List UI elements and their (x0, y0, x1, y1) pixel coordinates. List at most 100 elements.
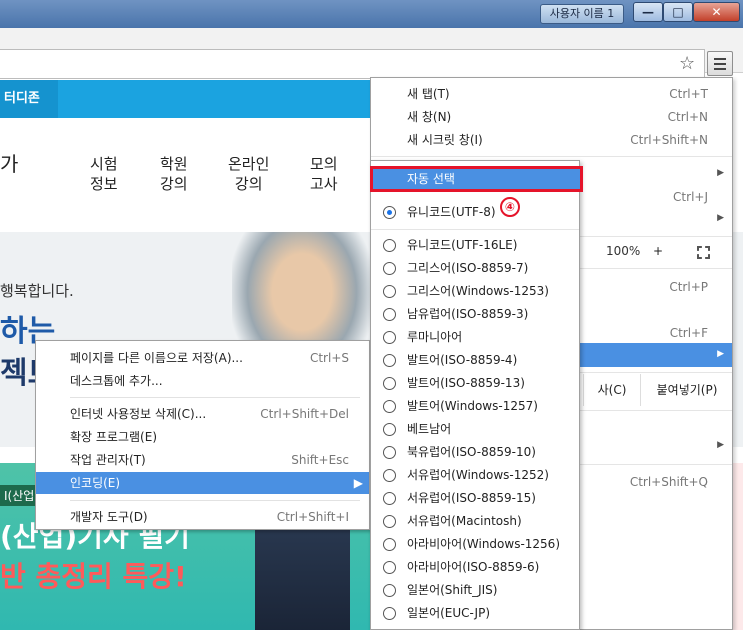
encoding-option[interactable]: 유니코드(UTF-16LE) (371, 234, 579, 257)
encoding-option[interactable]: 일본어(EUC-JP) (371, 602, 579, 625)
menu-item-shortcut: Ctrl+N (667, 110, 708, 124)
menu-item-shortcut: Shift+Esc (291, 453, 349, 467)
encoding-auto-select[interactable]: 자동 선택 (370, 166, 583, 192)
menu-item-add-to-desktop[interactable]: 데스크톱에 추가... (36, 370, 369, 392)
encoding-option-selected[interactable]: 유니코드(UTF-8) (371, 201, 579, 224)
encoding-option[interactable]: 서유럽어(ISO-8859-15) (371, 487, 579, 510)
encoding-option[interactable]: 루마니아어 (371, 326, 579, 349)
encoding-option[interactable]: 베트남어 (371, 418, 579, 441)
radio-icon (383, 331, 396, 344)
nav-label: 고사 (310, 175, 338, 193)
zoom-in-button[interactable]: + (653, 244, 663, 258)
encoding-label: 북유럽어(ISO-8859-10) (407, 445, 536, 459)
menu-item-new-incognito[interactable]: 새 시크릿 창(I) Ctrl+Shift+N (371, 129, 732, 152)
menu-item-label: 페이지를 다른 이름으로 저장(A)... (70, 351, 243, 365)
encoding-option[interactable]: 그리스어(Windows-1253) (371, 280, 579, 303)
nav-item-online[interactable]: 온라인 강의 (228, 154, 269, 194)
encoding-option[interactable]: 발트어(Windows-1257) (371, 395, 579, 418)
bookmark-star-icon[interactable]: ☆ (679, 53, 695, 74)
user-profile-button[interactable]: 사용자 이름 1 (540, 4, 624, 24)
nav-label: 모의 (310, 155, 338, 173)
menu-line-icon (714, 63, 726, 65)
copy-button[interactable]: 사(C) (583, 374, 640, 406)
encoding-option[interactable]: 북유럽어(ISO-8859-10) (371, 441, 579, 464)
encoding-option[interactable]: 발트어(ISO-8859-4) (371, 349, 579, 372)
radio-icon (383, 377, 396, 390)
encoding-label: 남유럽어(ISO-8859-3) (407, 307, 529, 321)
paste-button[interactable]: 붙여넣기(P) (640, 374, 733, 406)
menu-item-developer-tools[interactable]: 개발자 도구(D) Ctrl+Shift+I (36, 506, 369, 528)
radio-icon (383, 469, 396, 482)
menu-item-label: 새 창(N) (407, 110, 452, 124)
encoding-option[interactable]: 일본어(Shift_JIS) (371, 579, 579, 602)
radio-icon (383, 354, 396, 367)
menu-item-shortcut: Ctrl+T (669, 87, 708, 101)
encoding-option[interactable]: 남유럽어(ISO-8859-3) (371, 303, 579, 326)
encoding-submenu: 유니코드(UTF-8) 유니코드(UTF-16LE) 그리스어(ISO-8859-… (370, 160, 580, 630)
menu-item-label: 인코딩(E) (70, 476, 121, 490)
encoding-label: 발트어(Windows-1257) (407, 399, 538, 413)
encoding-label: 일본어(Shift_JIS) (407, 583, 498, 597)
menu-item-extensions[interactable]: 확장 프로그램(E) (36, 426, 369, 448)
zoom-level: 100% (606, 244, 641, 258)
menu-item-label: 확장 프로그램(E) (70, 430, 158, 444)
encoding-label: 그리스어(ISO-8859-7) (407, 261, 529, 275)
radio-icon (383, 423, 396, 436)
radio-icon (383, 400, 396, 413)
radio-icon (383, 561, 396, 574)
nav-label: 강의 (234, 175, 263, 193)
encoding-option[interactable]: 아라비아어(ISO-8859-6) (371, 556, 579, 579)
submenu-arrow-icon: ▶ (717, 213, 724, 223)
maximize-icon: □ (672, 5, 684, 19)
menu-item-encoding[interactable]: 인코딩(E) ▶ (36, 472, 369, 494)
menu-item-save-as[interactable]: 페이지를 다른 이름으로 저장(A)... Ctrl+S (36, 347, 369, 369)
encoding-label: 발트어(ISO-8859-13) (407, 376, 525, 390)
encoding-option[interactable]: 서유럽어(Macintosh) (371, 510, 579, 533)
page-context-submenu: 페이지를 다른 이름으로 저장(A)... Ctrl+S 데스크톱에 추가...… (35, 340, 370, 530)
hero-text: 행복합니다. (0, 282, 74, 300)
encoding-label: 아라비아어(Windows-1256) (407, 537, 560, 551)
address-bar[interactable] (0, 49, 705, 79)
encoding-label: 발트어(ISO-8859-4) (407, 353, 518, 367)
encoding-label: 유니코드(UTF-16LE) (407, 238, 518, 252)
close-window-button[interactable]: ✕ (693, 2, 740, 22)
close-icon: ✕ (711, 5, 722, 19)
step-marker-icon: ④ (500, 197, 520, 217)
menu-separator (70, 397, 360, 398)
encoding-label: 아라비아어(ISO-8859-6) (407, 560, 540, 574)
menu-item-clear-browsing-data[interactable]: 인터넷 사용정보 삭제(C)... Ctrl+Shift+Del (36, 403, 369, 425)
nav-item-academy[interactable]: 학원 강의 (160, 154, 188, 194)
menu-separator (70, 500, 360, 501)
window-titlebar (0, 0, 743, 28)
radio-selected-icon (383, 206, 396, 219)
encoding-label: 유니코드(UTF-8) (407, 205, 496, 219)
encoding-label: 베트남어 (407, 422, 452, 436)
encoding-label: 그리스어(Windows-1253) (407, 284, 549, 298)
menu-line-icon (714, 58, 726, 60)
menu-line-icon (714, 68, 726, 70)
menu-item-label: 개발자 도구(D) (70, 510, 148, 524)
encoding-option[interactable]: 아라비아어(Windows-1256) (371, 533, 579, 556)
menu-item-new-window[interactable]: 새 창(N) Ctrl+N (371, 106, 732, 129)
minimize-button[interactable]: — (633, 2, 663, 22)
fullscreen-icon[interactable] (697, 246, 710, 259)
menu-separator (371, 229, 579, 230)
submenu-arrow-icon: ▶ (717, 440, 724, 450)
site-top-tab[interactable]: 터디존 (0, 80, 58, 118)
encoding-option[interactable]: 서유럽어(Windows-1252) (371, 464, 579, 487)
radio-icon (383, 262, 396, 275)
maximize-button[interactable]: □ (663, 2, 693, 22)
encoding-label: 서유럽어(ISO-8859-15) (407, 491, 536, 505)
nav-item-exam-info[interactable]: 시험 정보 (90, 154, 118, 194)
chrome-menu-button[interactable] (707, 51, 733, 76)
submenu-arrow-icon: ▶ (353, 476, 363, 490)
encoding-option[interactable]: 그리스어(ISO-8859-7) (371, 257, 579, 280)
radio-icon (383, 239, 396, 252)
menu-item-task-manager[interactable]: 작업 관리자(T) Shift+Esc (36, 449, 369, 471)
nav-item-mock-exam[interactable]: 모의 고사 (310, 154, 338, 194)
menu-item-new-tab[interactable]: 새 탭(T) Ctrl+T (371, 83, 732, 106)
nav-fragment: 가 (0, 152, 19, 176)
encoding-option[interactable]: 발트어(ISO-8859-13) (371, 372, 579, 395)
menu-item-label: 인터넷 사용정보 삭제(C)... (70, 407, 207, 421)
nav-label: 강의 (160, 175, 188, 193)
